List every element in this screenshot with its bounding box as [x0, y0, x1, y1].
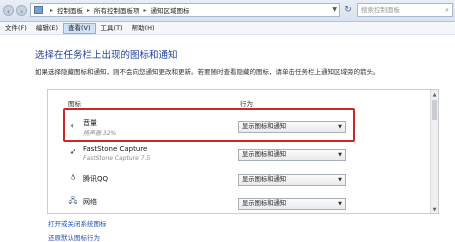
chevron-down-icon: ▼ — [338, 177, 342, 183]
search-input[interactable]: 搜索控制面板 ⌕ — [357, 3, 453, 17]
behavior-select[interactable]: 显示图标和通知 ▼ — [238, 174, 346, 186]
faststone-capture-icon: ➶ — [69, 147, 77, 156]
behavior-select[interactable]: 显示图标和通知 ▼ — [238, 198, 346, 210]
scroll-up-icon[interactable]: ▲ — [431, 91, 438, 99]
app-name: FastStone Capture — [83, 145, 148, 153]
behavior-value: 显示图标和通知 — [242, 176, 287, 183]
chevron-down-icon: ▼ — [338, 152, 342, 158]
chevron-right-icon: ▸ — [87, 6, 91, 14]
address-bar: ‹ › ▸ 控制面板 ▸ 所有控制面板项 ▸ 通知区域图标 ▼ ↻ 搜索控制面板… — [0, 0, 455, 22]
menu-edit[interactable]: 编辑(E) — [32, 23, 62, 34]
toggle-system-icons-link[interactable]: 打开或关闭系统图标 — [48, 218, 107, 228]
refresh-icon[interactable]: ↻ — [342, 4, 354, 16]
network-icon: 🖧︎ — [68, 196, 78, 205]
highlight-box — [63, 108, 355, 142]
app-name: 网络 — [83, 198, 97, 206]
behavior-value: 显示图标和通知 — [242, 151, 287, 158]
breadcrumb[interactable]: ▸ 控制面板 ▸ 所有控制面板项 ▸ 通知区域图标 ▼ — [30, 3, 340, 17]
search-icon: ⌕ — [445, 6, 449, 14]
scroll-down-icon[interactable]: ▼ — [431, 206, 438, 213]
vertical-scrollbar[interactable]: ▲ ▼ — [430, 90, 438, 213]
column-header-behavior: 行为 — [240, 100, 253, 108]
chevron-right-icon: ▸ — [143, 6, 147, 14]
page-description: 如果选择隐藏图标和通知，则不会向您通知更改和更新。若要随时查看隐藏的图标，请单击… — [35, 68, 380, 76]
menu-bar: 文件(F) 编辑(E) 查看(V) 工具(T) 帮助(H) — [0, 22, 455, 35]
forward-icon[interactable]: › — [16, 5, 27, 16]
qq-penguin-icon: 🐧︎ — [70, 173, 76, 182]
behavior-value: 显示图标和通知 — [242, 200, 287, 207]
page-title: 选择在任务栏上出现的图标和通知 — [35, 50, 178, 61]
chevron-down-icon[interactable]: ▼ — [332, 6, 337, 13]
breadcrumb-item[interactable]: 控制面板 — [57, 5, 83, 15]
menu-file[interactable]: 文件(F) — [1, 23, 31, 34]
control-panel-icon — [34, 6, 43, 14]
app-status: FastStone Capture 7.5 — [83, 155, 151, 162]
scroll-thumb[interactable] — [432, 100, 437, 120]
chevron-right-icon: ▸ — [50, 6, 54, 14]
app-name: 腾讯QQ — [83, 175, 109, 183]
back-icon[interactable]: ‹ — [3, 5, 14, 16]
menu-view[interactable]: 查看(V) — [63, 22, 96, 34]
column-header-icon: 图标 — [68, 100, 81, 108]
menu-help[interactable]: 帮助(H) — [128, 23, 159, 34]
breadcrumb-item[interactable]: 通知区域图标 — [151, 5, 190, 15]
search-placeholder: 搜索控制面板 — [361, 6, 400, 14]
restore-defaults-link[interactable]: 还原默认图标行为 — [48, 232, 100, 242]
behavior-select[interactable]: 显示图标和通知 ▼ — [238, 149, 346, 161]
menu-tools[interactable]: 工具(T) — [97, 23, 127, 34]
breadcrumb-item[interactable]: 所有控制面板项 — [94, 5, 140, 15]
chevron-down-icon: ▼ — [338, 201, 342, 207]
